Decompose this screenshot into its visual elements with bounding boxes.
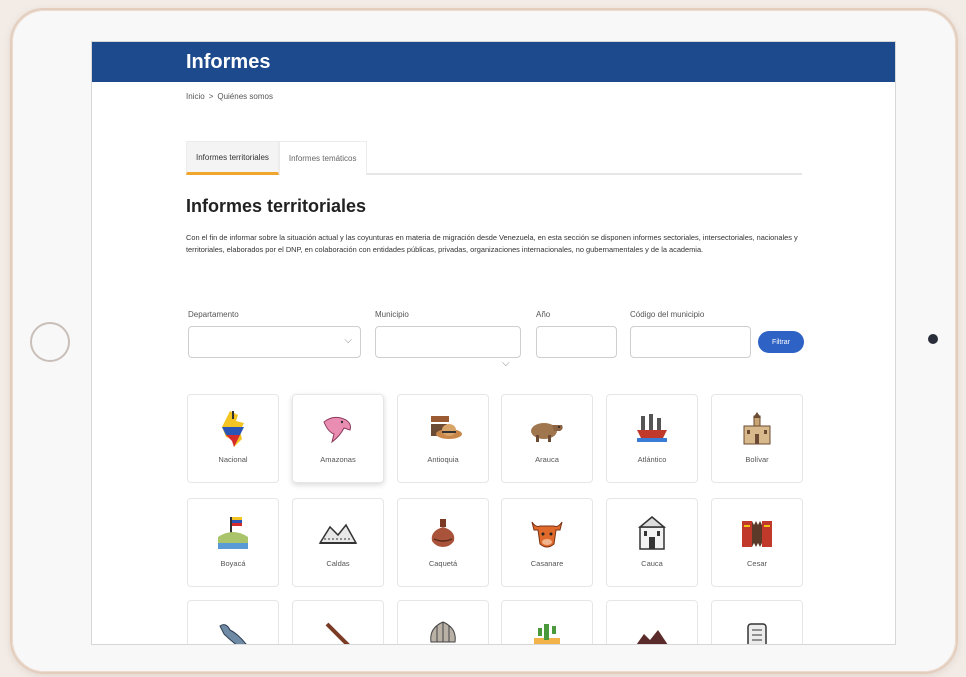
card-amazonas[interactable]: Amazonas [292, 394, 384, 483]
card-caqueta[interactable]: Caquetá [397, 498, 489, 587]
card-antioquia[interactable]: Antioquia [397, 394, 489, 483]
castle-icon [740, 409, 774, 449]
card-row3-6[interactable] [711, 600, 803, 644]
whale-icon [216, 615, 250, 644]
colombia-map-icon [218, 409, 248, 449]
card-arauca[interactable]: Arauca [501, 394, 593, 483]
card-boyaca[interactable]: Boyacá [187, 498, 279, 587]
section-description: Con el fin de informar sobre la situació… [186, 233, 798, 254]
mountain-snow-icon [318, 513, 358, 553]
card-label: Caldas [326, 559, 350, 568]
card-atlantico[interactable]: Atlántico [606, 394, 698, 483]
jug-icon [428, 513, 458, 553]
card-label: Arauca [535, 455, 559, 464]
card-row3-3[interactable] [397, 600, 489, 644]
card-label: Bolívar [745, 455, 769, 464]
chevron-down-icon: ⌵ [502, 358, 510, 369]
card-label: Antioquia [427, 455, 459, 464]
card-cesar[interactable]: Cesar [711, 498, 803, 587]
departamento-select[interactable]: ⌵ [188, 326, 361, 358]
card-caldas[interactable]: Caldas [292, 498, 384, 587]
section-title: Informes territoriales [186, 196, 367, 216]
codigo-label: Código del municipio [630, 310, 705, 319]
shell-icon [427, 615, 459, 644]
anio-label: Año [536, 310, 551, 319]
chevron-down-icon: ⌵ [344, 335, 352, 346]
bridge-flag-icon [216, 513, 250, 553]
breadcrumb-separator: > [208, 92, 214, 101]
screen: Informes Inicio > Quiénes somos Informes… [91, 41, 896, 645]
tab-informes-territoriales[interactable]: Informes territoriales [186, 141, 279, 175]
card-label: Casanare [530, 559, 564, 568]
breadcrumb: Inicio > Quiénes somos [186, 92, 273, 101]
municipio-label: Municipio [375, 310, 409, 319]
card-label: Caquetá [428, 559, 458, 568]
card-cauca[interactable]: Cauca [606, 498, 698, 587]
breadcrumb-current: Quiénes somos [217, 92, 273, 101]
tab-informes-tematicos[interactable]: Informes temáticos [278, 141, 367, 175]
card-bolivar[interactable]: Bolívar [711, 394, 803, 483]
card-label: Amazonas [320, 455, 356, 464]
mountains-icon [632, 615, 672, 644]
hat-icon [423, 409, 463, 449]
card-label: Atlántico [637, 455, 667, 464]
home-button[interactable] [30, 322, 70, 362]
filtrar-button[interactable]: Filtrar [758, 331, 804, 353]
stone-tablet-icon [742, 615, 772, 644]
camera-dot [928, 334, 938, 344]
anio-field[interactable] [536, 326, 617, 358]
breadcrumb-home[interactable]: Inicio [186, 92, 205, 101]
card-label: Cesar [746, 559, 767, 568]
page-title: Informes [186, 50, 271, 73]
bull-icon [530, 513, 564, 553]
church-icon [636, 513, 668, 553]
card-label: Cauca [641, 559, 663, 568]
cactus-icon [532, 615, 562, 644]
departamento-label: Departamento [188, 310, 239, 319]
card-nacional[interactable]: Nacional [187, 394, 279, 483]
dolphin-icon [320, 409, 356, 449]
card-row3-1[interactable] [187, 600, 279, 644]
codigo-municipio-field[interactable] [630, 326, 751, 358]
ship-icon [635, 409, 669, 449]
card-label: Boyacá [220, 559, 246, 568]
flute-icon [321, 615, 355, 644]
capybara-icon [528, 409, 566, 449]
accordion-icon [740, 513, 774, 553]
municipio-select[interactable] [375, 326, 521, 358]
tab-bar: Informes territoriales Informes temático… [186, 141, 802, 175]
card-label: Nacional [218, 455, 248, 464]
card-row3-2[interactable] [292, 600, 384, 644]
card-casanare[interactable]: Casanare [501, 498, 593, 587]
card-row3-4[interactable] [501, 600, 593, 644]
card-row3-5[interactable] [606, 600, 698, 644]
page-header: Informes [92, 42, 895, 82]
